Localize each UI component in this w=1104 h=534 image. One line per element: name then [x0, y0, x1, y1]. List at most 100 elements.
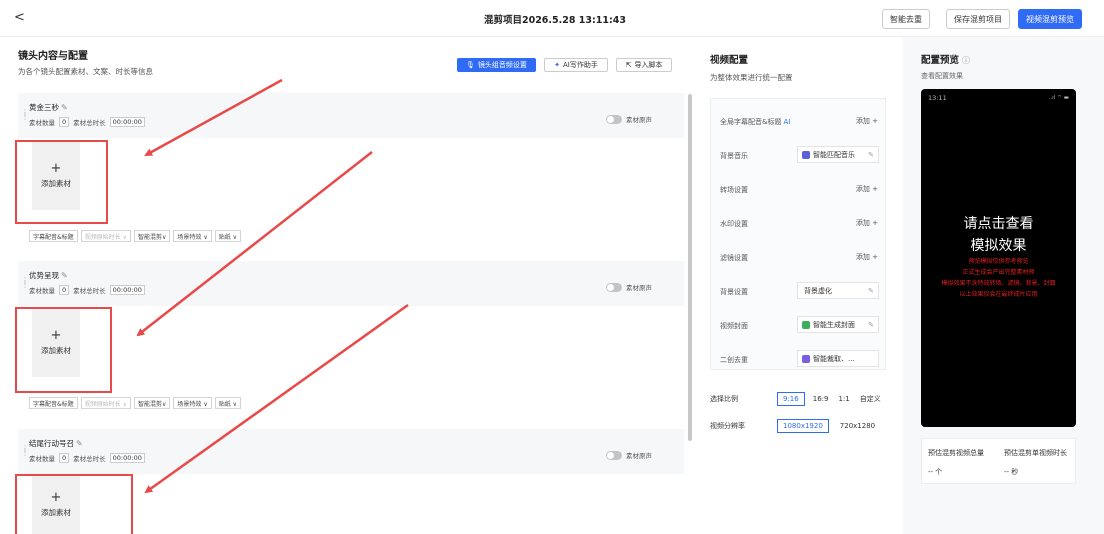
drag-handle-icon[interactable]: ⋮ ⋮ — [21, 445, 29, 457]
add-button[interactable]: 添加 + — [856, 252, 878, 262]
dedup-icon — [802, 354, 810, 363]
edit-pencil-icon[interactable]: ✎ — [76, 439, 83, 448]
preview-note-2: 正式生成会产出完整素材预 — [962, 269, 1035, 276]
estimate-stats: 预估混剪视频总量 预估混剪单视频时长 -- 个 -- 秒 — [921, 438, 1076, 484]
section-name[interactable]: 黄金三秒 ✎ — [29, 102, 68, 113]
edit-pencil-icon[interactable]: ✎ — [61, 271, 68, 280]
cover-select[interactable]: 智能生成封面 ✎ — [797, 316, 879, 333]
config-row-background[interactable]: 背景设置 背景虚化 ✎ — [711, 274, 887, 308]
ratio-9-16[interactable]: 9:16 — [777, 392, 805, 406]
config-row-cover[interactable]: 视频封面 智能生成封面 ✎ — [711, 308, 887, 342]
section-name[interactable]: 优势呈现 ✎ — [29, 270, 68, 281]
preview-video-button[interactable]: 视频混剪预览 — [1018, 9, 1082, 29]
scrollbar[interactable] — [688, 94, 692, 441]
dedup-select[interactable]: 智能裁取、... — [797, 350, 879, 367]
section-meta: 素材数量 0 素材总时长 00:00:00 — [29, 285, 145, 295]
original-duration-option[interactable]: 视频原始时长 ∨ — [80, 230, 131, 242]
original-duration-option[interactable]: 视频原始时长 ∨ — [80, 397, 131, 409]
preview-subtitle: 查看配置效果 — [921, 72, 963, 80]
preview-heading-line1[interactable]: 请点击查看 — [921, 213, 1076, 233]
resolution-720[interactable]: 720x1280 — [835, 419, 880, 433]
preview-heading-line2[interactable]: 模拟效果 — [921, 235, 1076, 255]
background-select[interactable]: 背景虚化 ✎ — [797, 282, 879, 299]
video-config-panel: 视频配置 为整体效果进行统一配置 全局字幕配音&标题 AI 添加 + 背景音乐 智… — [695, 37, 902, 534]
edit-pencil-icon[interactable]: ✎ — [61, 103, 68, 112]
preview-panel: 配置预览 ⓘ 查看配置效果 13:11 ..ıl ⌔ ▬ 请点击查看 模拟效果 预… — [903, 37, 1104, 534]
config-row-watermark[interactable]: 水印设置 添加 + — [711, 206, 887, 240]
config-row-transition[interactable]: 转场设置 添加 + — [711, 172, 887, 206]
smart-dedup-button[interactable]: 智能去重 — [882, 9, 930, 29]
drag-handle-icon[interactable]: ⋮ ⋮ — [21, 109, 29, 121]
scene-effect-option[interactable]: 场景特效 ∨ — [173, 230, 212, 242]
add-button[interactable]: 添加 + — [856, 184, 878, 194]
ratio-1-1[interactable]: 1:1 — [833, 392, 854, 406]
smart-mix-option[interactable]: 智能混剪∨ — [134, 397, 171, 409]
phone-time: 13:11 — [928, 94, 947, 102]
toggle-switch[interactable] — [606, 450, 622, 460]
video-config-title: 视频配置 — [710, 55, 749, 66]
config-row-filter[interactable]: 滤镜设置 添加 + — [711, 240, 887, 274]
ratio-16-9[interactable]: 16:9 — [808, 392, 834, 406]
subtitle-voice-option[interactable]: 字幕配音&标题 — [29, 230, 78, 242]
shot-section-3: ⋮ ⋮ 结尾行动号召 ✎ 素材数量 0 素材总时长 00:00:00 素材原声 + … — [15, 429, 684, 534]
import-icon: ⇱ — [625, 61, 632, 69]
plus-icon: + — [50, 490, 62, 505]
config-row-bgm[interactable]: 背景音乐 智能匹配音乐 ✎ — [711, 138, 887, 172]
resolution-selector: 视频分辨率 1080x1920 720x1280 — [710, 419, 880, 433]
subtitle-voice-option[interactable]: 字幕配音&标题 — [29, 397, 78, 409]
sticker-option[interactable]: 贴纸 ∨ — [214, 230, 242, 242]
shot-section-2: ⋮ ⋮ 优势呈现 ✎ 素材数量 0 素材总时长 00:00:00 素材原声 + 添加… — [15, 261, 684, 411]
section-header: ⋮ ⋮ 结尾行动号召 ✎ 素材数量 0 素材总时长 00:00:00 素材原声 — [18, 429, 684, 474]
save-project-button[interactable]: 保存混剪项目 — [946, 9, 1010, 29]
add-button[interactable]: 添加 + — [856, 116, 878, 126]
back-button[interactable]: < — [14, 10, 25, 25]
smart-mix-option[interactable]: 智能混剪∨ — [134, 230, 171, 242]
toggle-switch[interactable] — [606, 114, 622, 124]
bgm-select[interactable]: 智能匹配音乐 ✎ — [797, 146, 879, 163]
original-sound-toggle[interactable]: 素材原声 — [606, 282, 652, 292]
info-icon[interactable]: ⓘ — [962, 56, 970, 65]
add-material-button[interactable]: + 添加素材 — [32, 309, 80, 377]
add-button[interactable]: 添加 + — [856, 218, 878, 228]
section-options: 字幕配音&标题 视频原始时长 ∨ 智能混剪∨ 场景特效 ∨ 贴纸 ∨ — [29, 397, 242, 409]
mic-icon: 🎙 — [466, 61, 475, 69]
sparkle-icon: ✦ — [554, 61, 560, 69]
image-icon — [802, 320, 810, 329]
preview-note-1: 预览模拟仅供参考预览 — [968, 258, 1029, 265]
original-sound-toggle[interactable]: 素材原声 — [606, 114, 652, 124]
plus-icon: + — [50, 161, 62, 176]
config-row-global-subtitle[interactable]: 全局字幕配音&标题 AI 添加 + — [711, 104, 887, 138]
audio-settings-button[interactable]: 🎙 镜头组音频设置 — [457, 58, 536, 72]
section-options: 字幕配音&标题 视频原始时长 ∨ 智能混剪∨ 场景特效 ∨ 贴纸 ∨ — [29, 230, 242, 242]
preview-note-3: 模拟效果不含特效转场、滤镜、背景、封面 — [941, 280, 1056, 287]
drag-handle-icon[interactable]: ⋮ ⋮ — [21, 277, 29, 289]
ratio-custom[interactable]: 自定义 — [855, 392, 886, 406]
shot-config-panel: 镜头内容与配置 为各个镜头配置素材、文案、时长等信息 🎙 镜头组音频设置 ✦ A… — [0, 37, 694, 534]
edit-icon[interactable]: ✎ — [868, 321, 874, 329]
top-bar: < 混剪项目2026.5.28 13:11:43 智能去重 保存混剪项目 视频混… — [0, 0, 1104, 37]
ai-writer-button[interactable]: ✦ AI写作助手 — [544, 58, 608, 72]
preview-title: 配置预览 ⓘ — [921, 55, 971, 66]
phone-status-icons: ..ıl ⌔ ▬ — [1048, 95, 1069, 101]
import-script-button[interactable]: ⇱ 导入脚本 — [616, 58, 672, 72]
total-count-value: -- 个 — [928, 468, 943, 476]
sticker-option[interactable]: 贴纸 ∨ — [214, 397, 242, 409]
add-material-button[interactable]: + 添加素材 — [32, 476, 80, 534]
section-name[interactable]: 结尾行动号召 ✎ — [29, 438, 83, 449]
ratio-selector: 选择比例 9:16 16:9 1:1 自定义 — [710, 392, 886, 406]
resolution-1080[interactable]: 1080x1920 — [777, 419, 829, 433]
config-list: 全局字幕配音&标题 AI 添加 + 背景音乐 智能匹配音乐 ✎ 转场设置 添加 +… — [710, 98, 886, 370]
phone-preview[interactable]: 13:11 ..ıl ⌔ ▬ 请点击查看 模拟效果 预览模拟仅供参考预览 正式生… — [921, 89, 1076, 427]
edit-icon[interactable]: ✎ — [868, 287, 874, 295]
toggle-switch[interactable] — [606, 282, 622, 292]
plus-icon: + — [50, 328, 62, 343]
config-row-dedup[interactable]: 二创去重 智能裁取、... — [711, 342, 887, 376]
add-material-button[interactable]: + 添加素材 — [32, 142, 80, 210]
panel-subtitle: 为各个镜头配置素材、文案、时长等信息 — [18, 67, 153, 76]
edit-icon[interactable]: ✎ — [868, 151, 874, 159]
panel-title: 镜头内容与配置 — [18, 51, 88, 62]
section-header: ⋮ ⋮ 黄金三秒 ✎ 素材数量 0 素材总时长 00:00:00 素材原声 — [18, 93, 684, 138]
scene-effect-option[interactable]: 场景特效 ∨ — [173, 397, 212, 409]
single-duration-value: -- 秒 — [1004, 468, 1019, 476]
original-sound-toggle[interactable]: 素材原声 — [606, 450, 652, 460]
